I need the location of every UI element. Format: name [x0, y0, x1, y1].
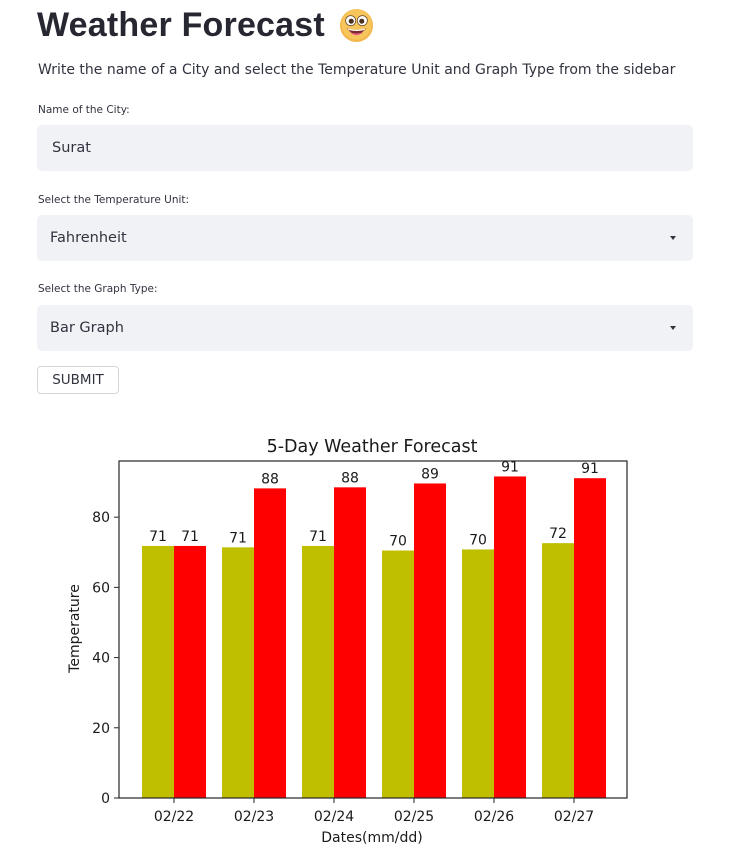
caret-down-icon — [670, 326, 676, 330]
bar-series2-02/27 — [574, 478, 606, 798]
x-axis-label: Dates(mm/dd) — [321, 830, 422, 846]
bar-series1-02/22 — [142, 545, 174, 798]
data-label: 72 — [549, 526, 567, 542]
bar-series1-02/23 — [222, 547, 254, 798]
graph-type-select-value: Bar Graph — [50, 320, 124, 336]
data-label: 71 — [181, 529, 199, 545]
city-label: Name of the City: — [38, 104, 130, 116]
submit-button[interactable]: SUBMIT — [37, 366, 119, 394]
caret-down-icon — [670, 236, 676, 240]
grinning-face-emoji-icon — [339, 8, 374, 43]
data-label: 71 — [229, 530, 247, 546]
bar-series1-02/27 — [542, 543, 574, 798]
bar-series1-02/24 — [302, 545, 334, 798]
data-label: 88 — [341, 470, 359, 486]
x-tick-label: 02/23 — [234, 809, 274, 825]
x-tick-label: 02/24 — [314, 809, 354, 825]
bar-series1-02/26 — [462, 549, 494, 798]
x-tick-label: 02/26 — [474, 809, 514, 825]
city-field — [37, 125, 693, 171]
x-tick-label: 02/22 — [154, 809, 194, 825]
bar-series2-02/26 — [494, 476, 526, 798]
page-subtitle: Write the name of a City and select the … — [38, 62, 676, 78]
data-label: 71 — [309, 529, 327, 545]
data-label: 91 — [581, 461, 599, 477]
data-label: 89 — [421, 466, 439, 482]
unit-select[interactable]: Fahrenheit — [37, 215, 693, 261]
y-tick-label: 20 — [92, 721, 110, 737]
y-axis-label: Temperature — [67, 584, 83, 674]
y-tick-label: 40 — [92, 651, 110, 667]
bar-series2-02/25 — [414, 483, 446, 798]
y-tick-label: 80 — [92, 510, 110, 526]
data-label: 88 — [261, 471, 279, 487]
header: Weather Forecast — [37, 4, 374, 46]
bar-series2-02/23 — [254, 488, 286, 798]
y-tick-label: 60 — [92, 580, 110, 596]
x-tick-label: 02/27 — [554, 809, 594, 825]
data-label: 91 — [501, 459, 519, 475]
city-input[interactable] — [37, 125, 693, 171]
data-label: 70 — [469, 532, 487, 548]
graph-type-label: Select the Graph Type: — [38, 283, 158, 295]
bar-series1-02/25 — [382, 550, 414, 798]
bar-series2-02/24 — [334, 487, 366, 798]
x-tick-label: 02/25 — [394, 809, 434, 825]
unit-select-value: Fahrenheit — [50, 230, 127, 246]
plot-frame — [118, 460, 628, 799]
data-label: 71 — [149, 529, 167, 545]
page-title: Weather Forecast — [37, 5, 325, 44]
chart-title: 5-Day Weather Forecast — [267, 437, 478, 457]
bar-series2-02/22 — [174, 545, 206, 798]
y-tick-label: 0 — [101, 791, 110, 807]
data-label: 70 — [389, 534, 407, 550]
unit-label: Select the Temperature Unit: — [38, 194, 190, 206]
graph-type-select[interactable]: Bar Graph — [37, 305, 693, 351]
